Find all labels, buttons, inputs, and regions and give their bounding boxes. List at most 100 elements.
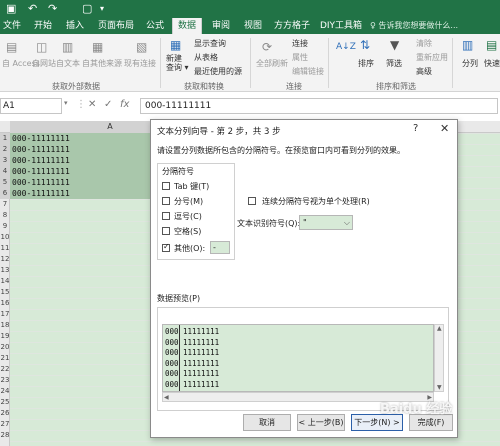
access-icon: ▤ xyxy=(6,40,18,54)
tab-home[interactable]: 开始 xyxy=(30,18,56,34)
row-header[interactable]: 4 xyxy=(0,166,10,177)
text-qualifier-select[interactable]: " ⌵ xyxy=(299,215,353,230)
row-header[interactable]: 2 xyxy=(0,144,10,155)
preview-cell: 11111111 xyxy=(183,369,220,378)
row-header[interactable]: 14 xyxy=(0,276,10,287)
sort-az-icon[interactable]: A↓Z xyxy=(336,42,356,52)
reapply-button[interactable]: 重新应用 xyxy=(416,52,448,63)
row-header[interactable]: 21 xyxy=(0,353,10,364)
save-icon[interactable]: ▣ xyxy=(6,2,16,16)
filter-button[interactable]: 筛选 xyxy=(386,58,402,69)
tab-review[interactable]: 审阅 xyxy=(208,18,234,34)
flash-fill-button[interactable]: 快速 xyxy=(484,58,500,69)
recent-sources-button[interactable]: 最近使用的源 xyxy=(194,66,242,77)
customize-qat-icon[interactable]: ▾ xyxy=(100,2,104,16)
tell-me-search[interactable]: ♀ 告诉我您想要做什么... xyxy=(370,18,458,34)
close-icon[interactable]: ✕ xyxy=(440,122,449,135)
row-header[interactable]: 15 xyxy=(0,287,10,298)
row-header[interactable]: 1 xyxy=(0,133,10,144)
help-icon[interactable]: ? xyxy=(413,123,418,134)
row-header[interactable]: 12 xyxy=(0,254,10,265)
other-delimiter-input[interactable]: - xyxy=(210,241,230,254)
dialog-title: 文本分列向导 - 第 2 步，共 3 步 xyxy=(157,127,281,137)
cell-value[interactable]: 000-11111111 xyxy=(12,144,70,155)
undo-icon[interactable]: ↶ xyxy=(28,2,37,16)
row-header[interactable]: 13 xyxy=(0,265,10,276)
space-checkbox[interactable] xyxy=(162,227,170,235)
refresh-all-button[interactable]: 全部刷新 xyxy=(256,58,288,69)
properties-button[interactable]: 属性 xyxy=(292,52,308,63)
cell-value[interactable]: 000-11111111 xyxy=(12,155,70,166)
column-break-line[interactable] xyxy=(179,325,180,391)
row-header[interactable]: 18 xyxy=(0,320,10,331)
tab-view[interactable]: 视图 xyxy=(240,18,266,34)
cell-value[interactable]: 000-11111111 xyxy=(12,188,70,199)
cell-value[interactable]: 000-11111111 xyxy=(12,177,70,188)
tab-page-layout[interactable]: 页面布局 xyxy=(96,18,136,34)
row-header[interactable]: 22 xyxy=(0,364,10,375)
row-header[interactable]: 11 xyxy=(0,243,10,254)
row-header[interactable]: 9 xyxy=(0,221,10,232)
name-box-dropdown-icon[interactable]: ▾ xyxy=(64,99,68,107)
scroll-down-icon[interactable]: ▼ xyxy=(437,384,442,391)
row-header[interactable]: 28 xyxy=(0,430,10,441)
sort-button[interactable]: 排序 xyxy=(358,58,374,69)
comma-checkbox[interactable] xyxy=(162,212,170,220)
from-other-sources-button[interactable]: 自其他来源 xyxy=(82,58,122,69)
tab-checkbox[interactable] xyxy=(162,182,170,190)
text-to-columns-button[interactable]: 分列 xyxy=(462,58,478,69)
row-header[interactable]: 8 xyxy=(0,210,10,221)
existing-connections-button[interactable]: 现有连接 xyxy=(124,58,156,69)
row-header[interactable]: 16 xyxy=(0,298,10,309)
advanced-button[interactable]: 高级 xyxy=(416,66,432,77)
row-header[interactable]: 24 xyxy=(0,386,10,397)
row-header[interactable]: 20 xyxy=(0,342,10,353)
data-preview-pane[interactable]: 000 11111111 000 11111111 000 11111111 000 1111… xyxy=(162,324,434,392)
row-header[interactable]: 7 xyxy=(0,199,10,210)
tab-data[interactable]: 数据 xyxy=(172,18,202,34)
clear-button[interactable]: 清除 xyxy=(416,38,432,49)
cell-value[interactable]: 000-11111111 xyxy=(12,133,70,144)
back-button[interactable]: < 上一步(B) xyxy=(297,414,345,431)
row-header[interactable]: 26 xyxy=(0,408,10,419)
tab-diy-toolbox[interactable]: DIY工具箱 xyxy=(318,18,364,34)
row-header[interactable]: 3 xyxy=(0,155,10,166)
enter-icon[interactable]: ✓ xyxy=(104,99,112,110)
from-web-button[interactable]: 自网站 xyxy=(32,58,56,69)
row-header[interactable]: 5 xyxy=(0,177,10,188)
from-table-button[interactable]: 从表格 xyxy=(194,52,218,63)
new-query-button[interactable]: 新建 查询 ▾ xyxy=(166,54,189,72)
from-text-button[interactable]: 自文本 xyxy=(56,58,80,69)
tab-fangfangezi[interactable]: 方方格子 xyxy=(272,18,312,34)
edit-links-button[interactable]: 编辑链接 xyxy=(292,66,324,77)
formula-input[interactable]: 000-11111111 xyxy=(140,98,498,114)
tab-file[interactable]: 文件 xyxy=(0,18,24,34)
semicolon-checkbox[interactable] xyxy=(162,197,170,205)
new-file-icon[interactable]: ▢ xyxy=(82,2,92,16)
connections-button[interactable]: 连接 xyxy=(292,38,308,49)
scroll-up-icon[interactable]: ▲ xyxy=(437,325,442,332)
insert-function-icon[interactable]: fx xyxy=(120,99,129,110)
row-header[interactable]: 27 xyxy=(0,419,10,430)
row-header[interactable]: 6 xyxy=(0,188,10,199)
group-label-sort-filter: 排序和筛选 xyxy=(376,82,416,91)
cancel-button[interactable]: 取消 xyxy=(243,414,291,431)
redo-icon[interactable]: ↷ xyxy=(48,2,57,16)
row-header[interactable]: 19 xyxy=(0,331,10,342)
tab-formulas[interactable]: 公式 xyxy=(142,18,168,34)
name-box[interactable]: A1 xyxy=(0,98,62,114)
scroll-left-icon[interactable]: ◀ xyxy=(164,394,169,401)
cancel-icon[interactable]: ✕ xyxy=(88,99,96,110)
show-query-button[interactable]: 显示查询 xyxy=(194,38,226,49)
row-header[interactable]: 10 xyxy=(0,232,10,243)
row-header[interactable]: 25 xyxy=(0,397,10,408)
row-header[interactable]: 23 xyxy=(0,375,10,386)
row-header[interactable]: 17 xyxy=(0,309,10,320)
cell-value[interactable]: 000-11111111 xyxy=(12,166,70,177)
space-checkbox-label: 空格(S) xyxy=(174,227,202,236)
consecutive-delimiters-checkbox[interactable] xyxy=(248,197,256,205)
other-checkbox[interactable] xyxy=(162,242,170,252)
data-preview-label: 数据预览(P) xyxy=(157,294,201,303)
tab-insert[interactable]: 插入 xyxy=(62,18,88,34)
preview-vertical-scrollbar[interactable]: ▲ ▼ xyxy=(434,324,444,392)
